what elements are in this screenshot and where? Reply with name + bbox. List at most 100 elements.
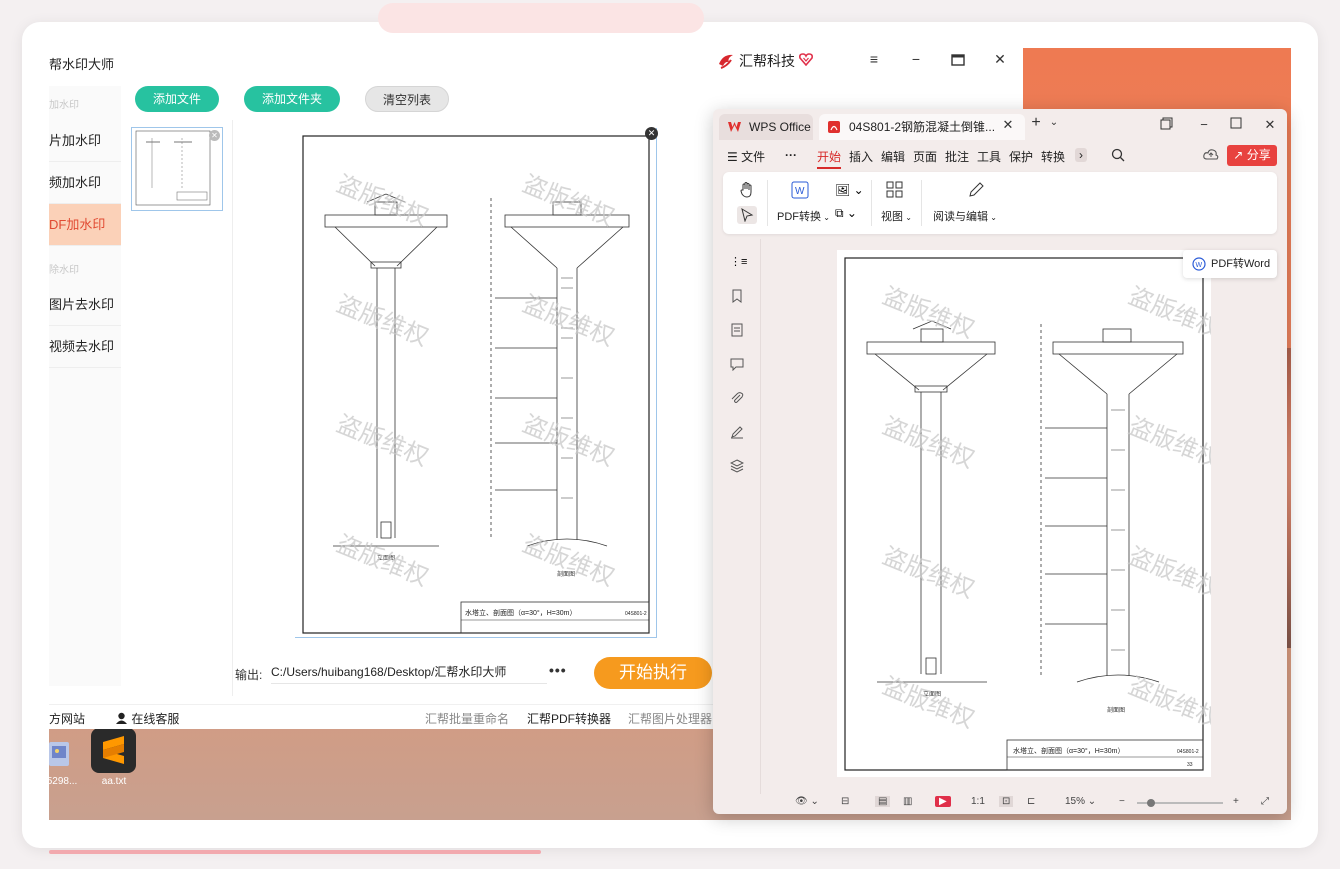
pdf-to-word-icon[interactable]: W (791, 181, 809, 204)
thumbnail-icon[interactable] (730, 323, 744, 337)
menu-edit[interactable]: 编辑 (881, 148, 905, 165)
comment-icon[interactable] (730, 357, 744, 372)
signature-icon[interactable] (730, 425, 744, 439)
split-view-icon[interactable]: ⊟ (841, 796, 849, 807)
browse-output-button[interactable]: ••• (549, 662, 567, 678)
wps-logo-icon (728, 122, 741, 132)
output-label: 输出: (235, 668, 263, 682)
menu-tools[interactable]: 工具 (977, 148, 1001, 165)
share-button[interactable]: ↗ 分享 (1227, 145, 1277, 166)
preview-drawing: 立面图 剖面图 水塔立、剖面图（α=30°，H=30m） 04S801-2 盗版… (302, 135, 650, 634)
menu-home[interactable]: 开始 (817, 148, 842, 169)
zoom-slider-handle[interactable] (1147, 799, 1155, 807)
image-convert-icon[interactable]: 🖼 ⌄ (835, 183, 864, 197)
footer-link-image[interactable]: 汇帮图片处理器 (628, 710, 712, 727)
eye-mode-icon[interactable]: 👁 ⌄ (795, 796, 819, 807)
desktop-icon-aa-txt[interactable] (91, 728, 136, 773)
menu-convert[interactable]: 转换 (1041, 148, 1065, 165)
status-bar: 👁 ⌄ ⊟ ▤ ▥ ▶ 1:1 ⊡ ⊏ 15% ⌄ − + ⤢ (713, 792, 1287, 814)
hamburger-icon: ☰ (727, 150, 738, 164)
copy-convert-icon[interactable]: ⧉ ⌄ (835, 206, 857, 221)
support-link[interactable]: 在线客服 (115, 710, 179, 727)
pdf-page[interactable]: 立面图 剖面图 水塔立、剖面图（α=30°，H=30m） 04S801-2 33… (837, 250, 1224, 777)
sidebar-item-pdf-watermark[interactable]: DF加水印 (49, 204, 121, 246)
sidebar-item-image-remove[interactable]: 图片去水印 (49, 284, 121, 326)
menu-scroll-right-icon[interactable]: › (1075, 148, 1087, 162)
menu-protect[interactable]: 保护 (1009, 148, 1033, 165)
minimize-icon[interactable]: − (905, 51, 927, 67)
side-rail: ⋮≡ (713, 239, 761, 794)
close-icon[interactable]: ✕ (989, 51, 1011, 68)
ribbon-divider (871, 180, 872, 226)
title-block-text: 水塔立、剖面图（α=30°，H=30m） (465, 608, 576, 617)
page-drawing: 立面图 剖面图 水塔立、剖面图（α=30°，H=30m） 04S801-2 33… (844, 257, 1224, 771)
view-label[interactable]: 视图 ⌄ (881, 208, 912, 224)
sidebar-item-video-remove[interactable]: 视频去水印 (49, 326, 121, 368)
fit-width-icon[interactable]: ⊏ (1027, 796, 1035, 807)
fit-page-icon[interactable]: ⊡ (999, 796, 1014, 807)
footer-link-pdf[interactable]: 汇帮PDF转换器 (527, 710, 611, 727)
desktop-icon-label: 529‪8... (46, 776, 78, 787)
single-page-icon[interactable]: ▤ (875, 796, 891, 807)
vip-heart-icon[interactable] (799, 53, 813, 69)
close-icon[interactable]: ✕ (1261, 117, 1279, 133)
menu-icon[interactable]: ≡ (863, 51, 885, 67)
attachment-icon[interactable] (730, 391, 744, 405)
close-preview-icon[interactable]: ✕ (645, 127, 658, 140)
view-grid-icon[interactable] (886, 181, 904, 204)
menu-insert[interactable]: 插入 (849, 148, 873, 165)
start-button[interactable]: 开始执行 (594, 657, 712, 689)
zoom-slider[interactable] (1137, 799, 1223, 807)
tab-wps-home[interactable]: WPS Office (719, 114, 813, 140)
select-cursor-icon[interactable] (737, 206, 757, 224)
pdf-preview: 立面图 剖面图 水塔立、剖面图（α=30°，H=30m） 04S801-2 盗版… (295, 128, 657, 638)
maximize-icon[interactable] (1227, 117, 1245, 132)
minimize-icon[interactable]: − (1195, 117, 1213, 132)
top-tab-pill (378, 3, 704, 33)
pen-edit-icon[interactable] (967, 181, 985, 204)
maximize-icon[interactable] (947, 51, 969, 69)
double-page-icon[interactable]: ▥ (903, 796, 912, 807)
zoom-in-icon[interactable]: + (1233, 796, 1239, 807)
website-link[interactable]: 方网站 (49, 710, 85, 727)
actual-size-icon[interactable]: 1:1 (971, 796, 985, 807)
sidebar-item-image-watermark[interactable]: 片加水印 (49, 120, 121, 162)
footer-link-rename[interactable]: 汇帮批量重命名 (425, 710, 509, 727)
add-folder-button[interactable]: 添加文件夹 (244, 86, 340, 112)
add-file-button[interactable]: 添加文件 (135, 86, 219, 112)
new-tab-icon[interactable]: + (1027, 114, 1045, 132)
sidebar-item-video-watermark[interactable]: 频加水印 (49, 162, 121, 204)
support-person-icon (115, 712, 131, 726)
menu-file[interactable]: ☰ 文件 (727, 148, 765, 165)
read-edit-label[interactable]: 阅读与编辑 ⌄ (933, 208, 997, 224)
restore-tabs-icon[interactable] (1157, 117, 1175, 133)
close-tab-icon[interactable]: ✕ (999, 117, 1017, 133)
hand-tool-icon[interactable] (740, 181, 754, 203)
menu-comment[interactable]: 批注 (945, 148, 969, 165)
tab-list-chevron-icon[interactable]: ⌄ (1045, 117, 1063, 128)
menu-page[interactable]: 页面 (913, 148, 937, 165)
brand-logo-icon (717, 52, 735, 70)
clear-list-button[interactable]: 清空列表 (365, 86, 449, 112)
pdf-to-word-tooltip-button[interactable]: W PDF转Word (1183, 250, 1277, 278)
zoom-level[interactable]: 15% ⌄ (1065, 796, 1096, 807)
bookmark-icon[interactable] (730, 289, 744, 303)
play-icon[interactable]: ▶ (935, 796, 951, 807)
menu-more-icon[interactable]: ··· (785, 148, 797, 162)
remove-file-icon[interactable]: ✕ (209, 130, 220, 141)
outline-icon[interactable]: ⋮≡ (730, 255, 747, 269)
pdf-file-icon (828, 121, 840, 133)
file-thumbnail[interactable]: ✕ (131, 127, 223, 211)
svg-text:W: W (1196, 262, 1203, 269)
fullscreen-icon[interactable]: ⤢ (1261, 796, 1269, 807)
desktop-icon-image[interactable] (49, 742, 71, 768)
sheet-number: 04S801-2 (1177, 749, 1199, 755)
output-path-field[interactable]: C:/Users/huibang168/Desktop/汇帮水印大师 (271, 660, 547, 684)
layers-icon[interactable] (729, 459, 745, 473)
horizontal-scrollbar[interactable] (49, 850, 541, 854)
search-icon[interactable] (1111, 148, 1125, 165)
zoom-out-icon[interactable]: − (1119, 796, 1125, 807)
tab-document[interactable]: 04S801-2钢筋混凝土倒锥... (819, 114, 1025, 140)
cloud-upload-icon[interactable] (1203, 148, 1219, 164)
pdf-convert-label[interactable]: PDF转换 ⌄ (777, 208, 830, 224)
